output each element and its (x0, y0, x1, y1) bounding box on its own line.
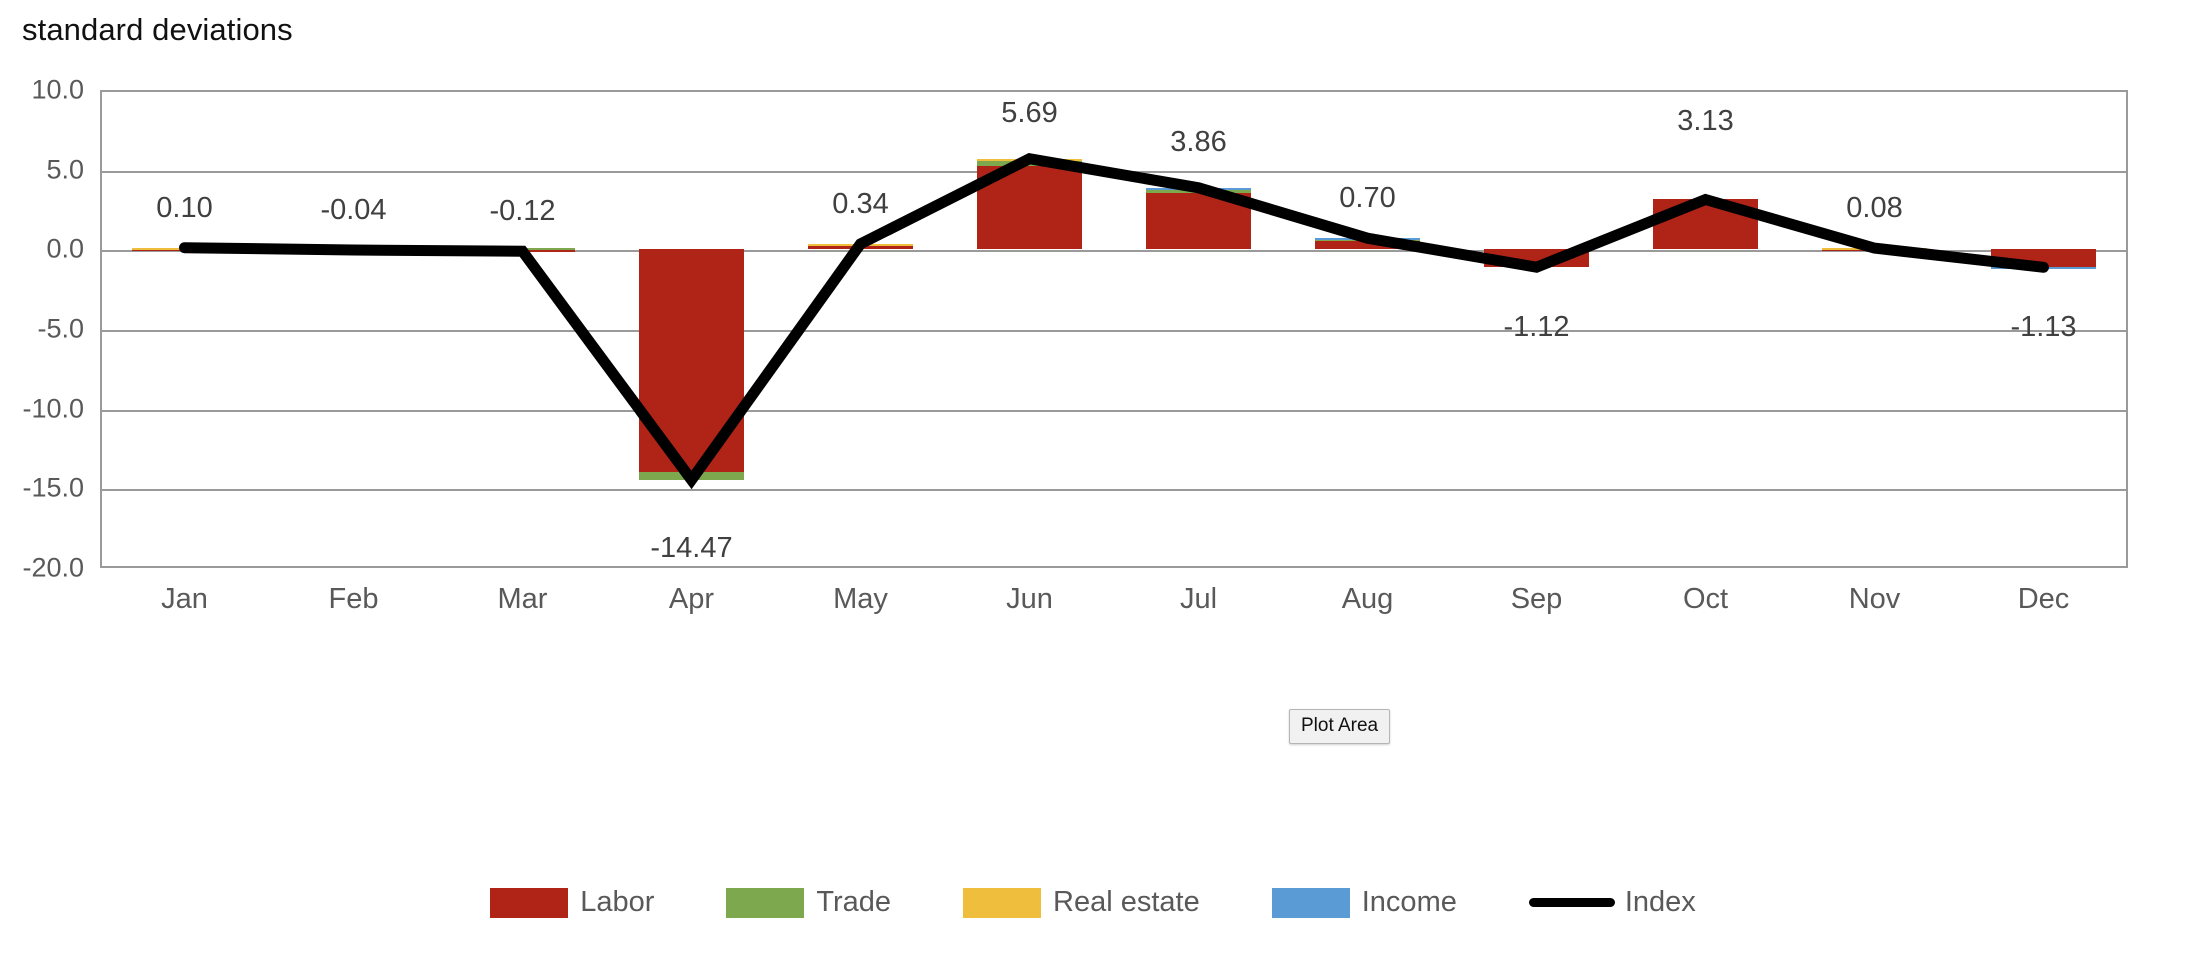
gridline (102, 170, 2126, 173)
plot-area-tooltip: Plot Area (1289, 709, 1391, 744)
y-axis-tick-label: -10.0 (22, 393, 84, 424)
x-axis-tick-label: Nov (1848, 583, 1901, 615)
y-axis-tick-label: -20.0 (22, 552, 84, 583)
legend-label: Labor (580, 886, 655, 918)
legend-item-income[interactable]: Income (1271, 886, 1457, 919)
x-axis-tick-label: Oct (1682, 583, 1729, 615)
gridline (102, 409, 2126, 412)
x-axis-tick-label: Apr (668, 583, 715, 615)
gridline (102, 250, 2126, 253)
x-axis-tick-label: Dec (2017, 583, 2070, 615)
legend-item-labor[interactable]: Labor (490, 886, 654, 919)
legend-item-trade[interactable]: Trade (726, 886, 891, 919)
x-axis-tick-label: Jan (161, 583, 208, 615)
x-axis-tick-label: Jul (1179, 583, 1218, 615)
legend-label: Index (1624, 886, 1696, 918)
legend-line-swatch (1528, 898, 1615, 907)
x-axis-tick-label: Aug (1341, 583, 1394, 615)
x-axis-tick-label: Sep (1510, 583, 1563, 615)
y-axis-tick-label: 5.0 (46, 154, 84, 185)
legend-color-swatch (490, 887, 569, 918)
x-axis-tick-label: Feb (328, 583, 379, 615)
legend-item-real-estate[interactable]: Real estate (963, 886, 1200, 919)
legend-item-index[interactable]: Index (1528, 886, 1696, 919)
gridline (102, 489, 2126, 492)
legend-color-swatch (1271, 887, 1350, 918)
y-axis-tick-label: 0.0 (46, 233, 84, 264)
legend-label: Trade (816, 886, 892, 918)
legend-color-swatch (726, 887, 805, 918)
x-axis-tick-label: Jun (1006, 583, 1053, 615)
legend-color-swatch (963, 887, 1042, 918)
legend-label: Income (1361, 886, 1457, 918)
y-axis-tick-label: -15.0 (22, 472, 84, 503)
gridline (102, 330, 2126, 332)
chart-title: standard deviations (22, 12, 293, 47)
y-axis-tick-label: -5.0 (37, 313, 84, 344)
y-axis-tick-label: 10.0 (31, 74, 84, 105)
x-axis-tick-label: May (833, 583, 888, 615)
plot-area[interactable] (100, 90, 2128, 568)
x-axis-tick-label: Mar (497, 583, 548, 615)
chart-container: standard deviations 10.0 5.0 0.0 -5.0 -10.0 -… (0, 0, 2186, 974)
chart-legend: Labor Trade Real estate Income Index (0, 886, 2186, 919)
legend-label: Real estate (1053, 886, 1200, 918)
